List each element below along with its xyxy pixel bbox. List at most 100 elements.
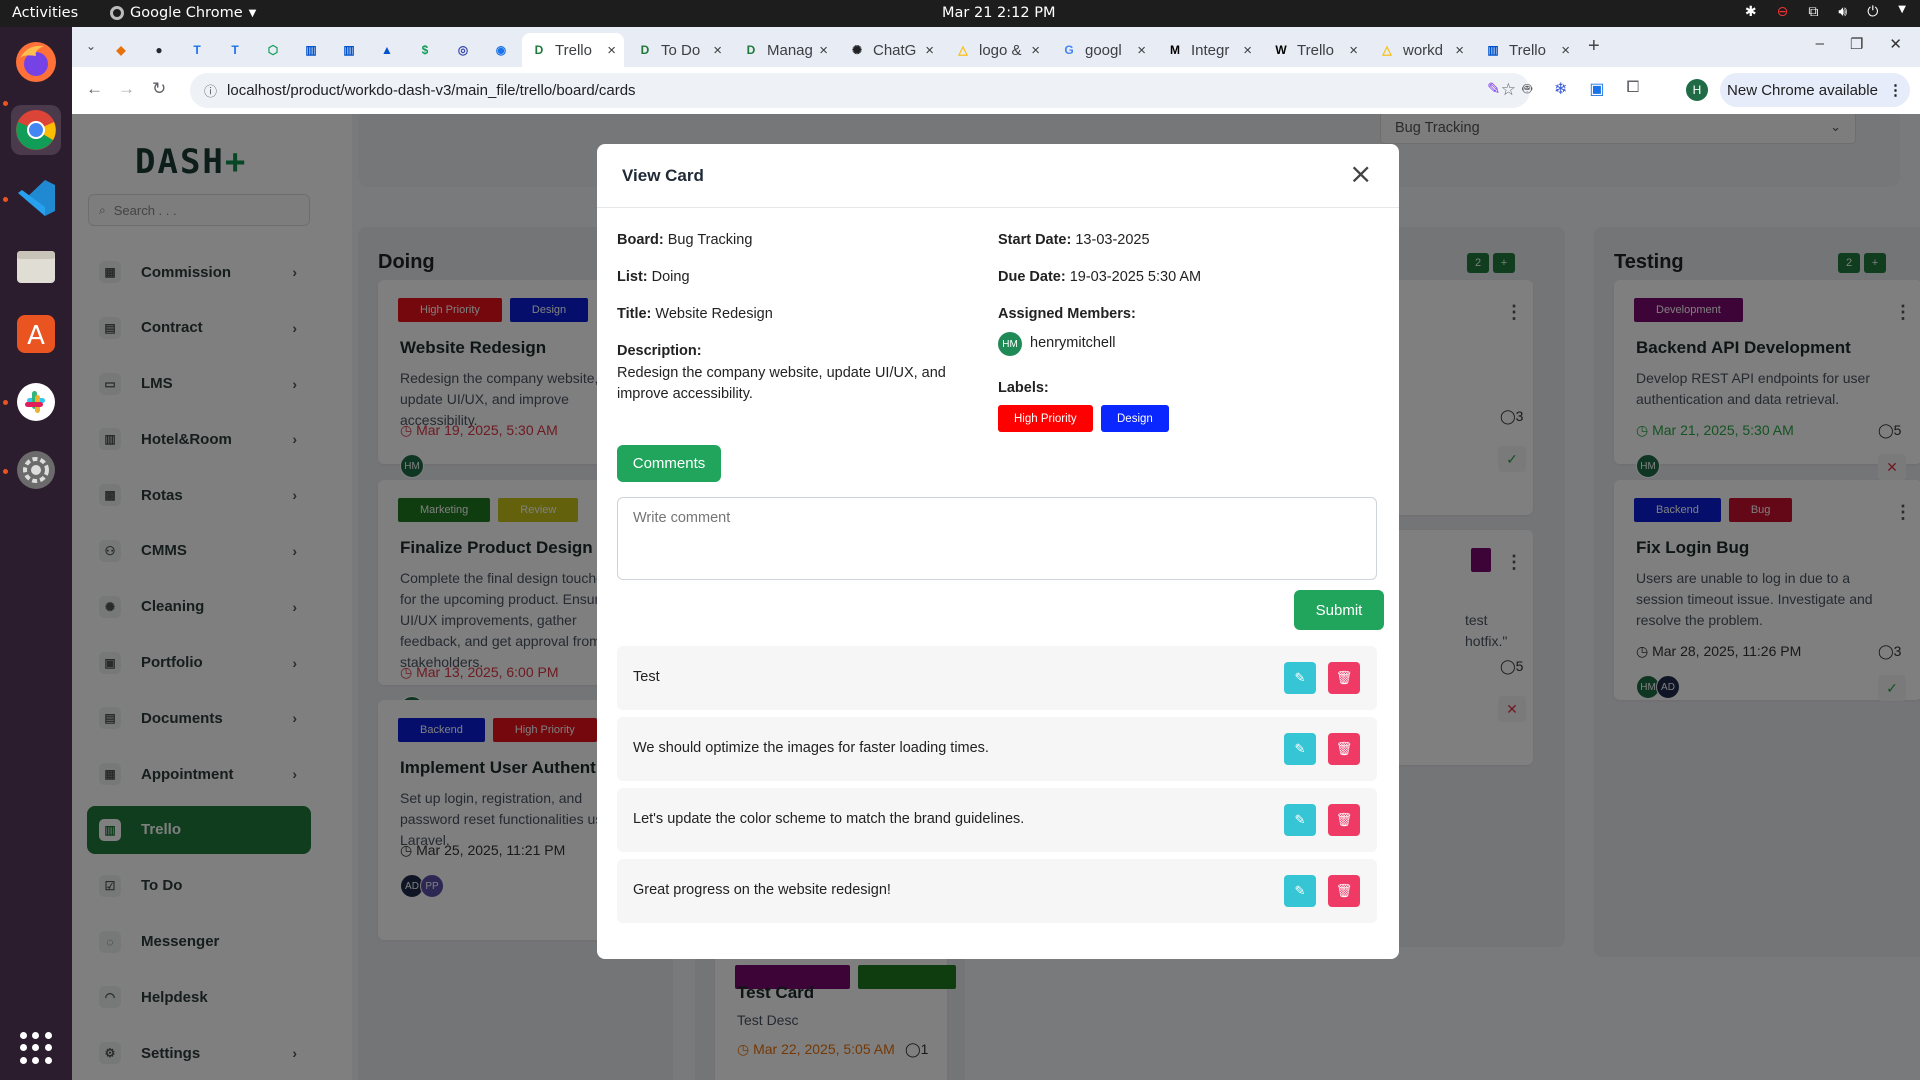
edit-comment-button[interactable]: ✎ <box>1284 875 1316 907</box>
close-tab-icon[interactable]: × <box>925 42 934 59</box>
close-icon[interactable]: × <box>1349 160 1372 188</box>
browser-chrome: ⌄ ◆ ● T T ⬡ ▥ ▥ ▲ $ ◎ ◉ D Trello × D To Do × D Manag × ✺ Chat… <box>72 27 1920 114</box>
tab-pinned-9[interactable]: ◎ <box>446 33 484 67</box>
app-menu[interactable]: Google Chrome ▼ <box>110 5 256 21</box>
robot-extension-icon[interactable]: 🤖︎ <box>1522 79 1532 101</box>
new-tab-icon[interactable]: + <box>1588 35 1600 58</box>
tab-chatg[interactable]: ✺ ChatG × <box>840 33 942 67</box>
label-badge: High Priority <box>998 405 1093 432</box>
back-icon[interactable]: ← <box>86 79 103 99</box>
comment-item: Great progress on the website redesign! ✎… <box>617 859 1377 923</box>
snowflake-extension-icon[interactable]: ❄ <box>1554 79 1567 101</box>
system-tray[interactable]: ✱ ⊖ ⧉ 🔊︎ ⏻ ▼ <box>1745 4 1906 20</box>
network-icon: ⧉ <box>1808 4 1819 20</box>
comment-text: Great progress on the website redesign! <box>633 882 891 898</box>
clock[interactable]: Mar 21 2:12 PM <box>942 5 1055 21</box>
tab-trello[interactable]: ▥ Trello × <box>1476 33 1578 67</box>
caret-down-icon: ▼ <box>1898 4 1906 15</box>
trash-icon: 🗑︎ <box>1335 812 1353 827</box>
site-info-icon[interactable]: ⓘ <box>204 81 217 100</box>
edit-comment-button[interactable]: ✎ <box>1284 662 1316 694</box>
close-tab-icon[interactable]: × <box>1137 42 1146 59</box>
show-apps-icon[interactable] <box>20 1032 52 1064</box>
tab-googl[interactable]: Ggoogl × <box>1052 33 1154 67</box>
tab-pinned-2[interactable]: T <box>180 33 218 67</box>
trash-icon: 🗑︎ <box>1335 883 1353 898</box>
delete-comment-button[interactable]: 🗑︎ <box>1328 733 1360 765</box>
pen-extension-icon[interactable]: ✎ <box>1487 79 1500 101</box>
delete-comment-button[interactable]: 🗑︎ <box>1328 662 1360 694</box>
url-bar[interactable]: ⓘ localhost/product/workdo-dash-v3/main_… <box>190 73 1530 108</box>
delete-comment-button[interactable]: 🗑︎ <box>1328 875 1360 907</box>
restore-icon[interactable]: ❐ <box>1850 35 1863 53</box>
close-tab-icon[interactable]: × <box>1561 42 1570 59</box>
tab-pinned-0[interactable]: ◆ <box>104 33 142 67</box>
close-tab-icon[interactable]: × <box>1455 42 1464 59</box>
screen-extension-icon[interactable]: ▣ <box>1589 79 1604 101</box>
tab-pinned-3[interactable]: T <box>218 33 256 67</box>
modal-title: View Card <box>622 166 704 185</box>
tab-label: Trello <box>1297 41 1334 59</box>
puzzle-extensions-icon[interactable]: ⧠ <box>1627 79 1640 101</box>
comment-text: Let's update the color scheme to match t… <box>633 811 1025 827</box>
trello-icon: ▥ <box>305 43 317 57</box>
tab-pinned-1[interactable]: ● <box>142 33 180 67</box>
tab-pinned-5[interactable]: ▥ <box>294 33 332 67</box>
vscode-icon[interactable] <box>11 173 61 223</box>
tab-search-icon[interactable]: ⌄ <box>86 39 96 53</box>
settings-app-icon[interactable] <box>11 445 61 495</box>
edit-comment-button[interactable]: ✎ <box>1284 804 1316 836</box>
github-icon: ● <box>155 43 163 57</box>
chrome-icon[interactable] <box>11 105 61 155</box>
app-center-icon[interactable]: A <box>11 309 61 359</box>
edit-comment-button[interactable]: ✎ <box>1284 733 1316 765</box>
close-tab-icon[interactable]: × <box>1243 42 1252 59</box>
description-value: Redesign the company website, update UI/… <box>617 365 946 402</box>
due-date-field: Due Date: 19-03-2025 5:30 AM <box>998 269 1202 285</box>
chrome-app-icon <box>110 6 124 20</box>
activities-button[interactable]: Activities <box>12 5 78 21</box>
pencil-icon: ✎ <box>1294 741 1306 756</box>
delete-comment-button[interactable]: 🗑︎ <box>1328 804 1360 836</box>
close-tab-icon[interactable]: × <box>819 42 828 59</box>
shield-icon: ⬡ <box>267 43 279 57</box>
tab-workd[interactable]: △ workd × <box>1370 33 1472 67</box>
tab-integr[interactable]: M Integr × <box>1158 33 1260 67</box>
tab-pinned-4[interactable]: ⬡ <box>256 33 294 67</box>
tab-logo-[interactable]: △ logo & × <box>946 33 1048 67</box>
close-window-icon[interactable]: ✕ <box>1889 35 1902 53</box>
tab-pinned-7[interactable]: ▲ <box>370 33 408 67</box>
firefox-icon[interactable] <box>11 37 61 87</box>
tab-trello[interactable]: W Trello × <box>1264 33 1366 67</box>
do-not-disturb-icon: ⊖ <box>1776 4 1789 20</box>
slack-tray-icon: ✱ <box>1744 4 1757 20</box>
close-tab-icon[interactable]: × <box>607 42 616 59</box>
comment-text: Test <box>633 669 660 685</box>
comment-input[interactable] <box>617 497 1377 580</box>
list-field: List: Doing <box>617 269 690 285</box>
profile-avatar[interactable]: H <box>1686 79 1708 101</box>
tab-trello[interactable]: D Trello × <box>522 33 624 67</box>
submit-button[interactable]: Submit <box>1294 590 1384 630</box>
extensions-bar: ✎ 🤖︎ ❄ ▣ ⧠ <box>1487 79 1639 101</box>
tab-pinned-8[interactable]: $ <box>408 33 446 67</box>
tab-to-do[interactable]: D To Do × <box>628 33 730 67</box>
tab-label: To Do <box>661 41 701 59</box>
comments-button[interactable]: Comments <box>617 445 721 482</box>
atlassian-icon: ▲ <box>381 43 393 57</box>
dollar-icon: $ <box>421 43 429 57</box>
tab-manag[interactable]: D Manag × <box>734 33 836 67</box>
drive-icon: △ <box>958 43 968 57</box>
new-chrome-available-button[interactable]: New Chrome available ⋮ <box>1720 73 1910 107</box>
files-icon[interactable] <box>11 241 61 291</box>
minimize-icon[interactable]: – <box>1816 35 1824 53</box>
tab-pinned-6[interactable]: ▥ <box>332 33 370 67</box>
slack-icon[interactable] <box>11 377 61 427</box>
reload-icon[interactable]: ↻ <box>152 79 166 99</box>
forward-icon[interactable]: → <box>118 79 135 99</box>
close-tab-icon[interactable]: × <box>713 42 722 59</box>
close-tab-icon[interactable]: × <box>1031 42 1040 59</box>
close-tab-icon[interactable]: × <box>1349 42 1358 59</box>
tab-label: Trello <box>555 41 592 59</box>
tab-pinned-10[interactable]: ◉ <box>484 33 522 67</box>
